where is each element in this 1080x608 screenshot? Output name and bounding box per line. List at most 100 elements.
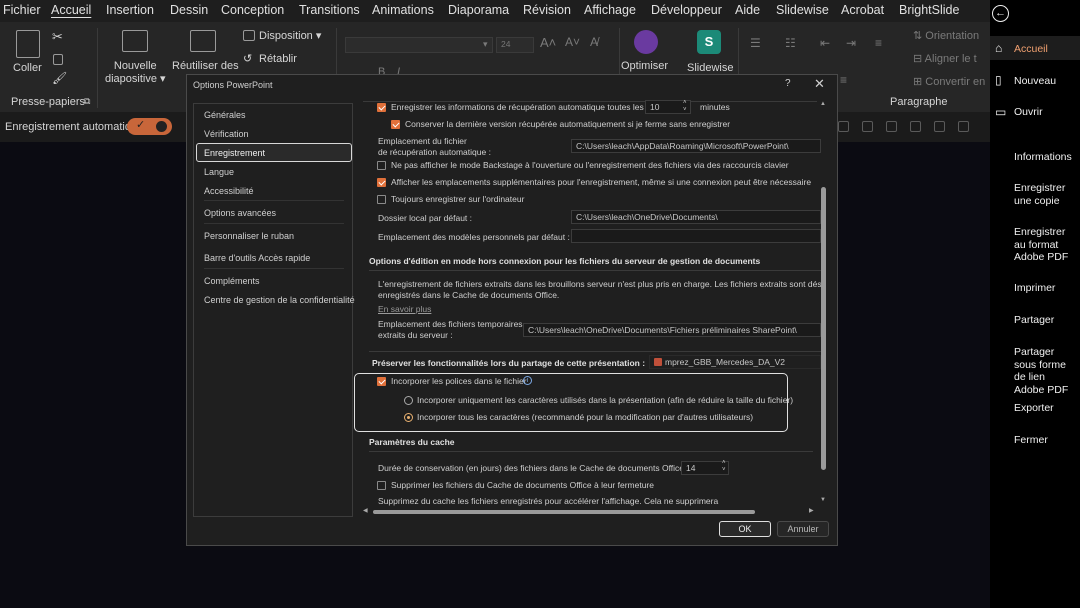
learn-more-link[interactable]: En savoir plus bbox=[378, 304, 431, 315]
keep-last-version-checkbox[interactable] bbox=[391, 120, 400, 129]
justify-icon[interactable]: ≡ bbox=[840, 74, 847, 87]
embed-used-chars-radio[interactable] bbox=[404, 396, 413, 405]
tab-file[interactable]: Fichier bbox=[3, 3, 41, 17]
bullets-icon[interactable]: ☰ bbox=[750, 37, 761, 50]
nav-trust-center[interactable]: Centre de gestion de la confidentialité bbox=[204, 295, 355, 305]
tab-draw[interactable]: Dessin bbox=[170, 3, 208, 17]
autorecover-path-input[interactable]: C:\Users\leach\AppData\Roaming\Microsoft… bbox=[571, 139, 821, 153]
no-backstage-checkbox[interactable] bbox=[377, 161, 386, 170]
decrease-indent-icon[interactable]: ⇤ bbox=[820, 37, 830, 50]
nav-advanced[interactable]: Options avancées bbox=[204, 208, 276, 218]
line-spacing-icon[interactable]: ≡ bbox=[875, 37, 882, 50]
nav-customize-ribbon[interactable]: Personnaliser le ruban bbox=[204, 231, 294, 241]
reuse-slides-icon[interactable] bbox=[190, 30, 216, 52]
reset-button[interactable]: Rétablir bbox=[259, 53, 297, 66]
optimizer-button[interactable]: Optimiser bbox=[621, 60, 668, 73]
presentation-select[interactable]: mprez_GBB_Mercedes_DA_V2 bbox=[649, 355, 821, 369]
grow-font-icon[interactable]: A˄ bbox=[540, 36, 556, 49]
backstage-info[interactable]: Informations bbox=[1014, 151, 1076, 164]
copy-icon[interactable] bbox=[53, 54, 63, 65]
backstage-home[interactable]: Accueil bbox=[1014, 43, 1076, 56]
close-button[interactable]: ✕ bbox=[814, 76, 825, 92]
backstage-export[interactable]: Exporter bbox=[1014, 402, 1076, 415]
tab-help[interactable]: Aide bbox=[735, 3, 760, 17]
optimizer-icon[interactable] bbox=[634, 30, 658, 54]
reset-icon[interactable]: ↺ bbox=[243, 53, 252, 66]
tab-insert[interactable]: Insertion bbox=[106, 3, 154, 17]
save-to-computer-checkbox[interactable] bbox=[377, 195, 386, 204]
shape-outline-icon[interactable] bbox=[910, 121, 921, 132]
font-name-box[interactable] bbox=[345, 37, 493, 53]
back-arrow-icon[interactable]: ← bbox=[992, 5, 1009, 22]
increase-indent-icon[interactable]: ⇥ bbox=[846, 37, 856, 50]
scroll-left-icon[interactable]: ◀ bbox=[363, 507, 368, 514]
scroll-down-icon[interactable]: ▼ bbox=[820, 497, 826, 503]
convert-smartart-button[interactable]: ⊞ Convertir en bbox=[913, 76, 985, 89]
new-slide-icon[interactable] bbox=[122, 30, 148, 52]
text-direction-button[interactable]: ⇅ Orientation bbox=[913, 30, 979, 43]
backstage-print[interactable]: Imprimer bbox=[1014, 282, 1076, 295]
tab-review[interactable]: Révision bbox=[523, 3, 571, 17]
nav-quick-access[interactable]: Barre d'outils Accès rapide bbox=[204, 253, 310, 263]
horizontal-scrollbar[interactable]: ◀ ▶ bbox=[363, 507, 817, 517]
slidewise-icon[interactable]: S bbox=[697, 30, 721, 54]
scroll-up-icon[interactable]: ▲ bbox=[820, 101, 826, 107]
tab-transitions[interactable]: Transitions bbox=[299, 3, 360, 17]
layout-button[interactable]: Disposition ▾ bbox=[259, 30, 321, 43]
shape-effects-icon[interactable] bbox=[934, 121, 945, 132]
scroll-right-icon[interactable]: ▶ bbox=[809, 507, 814, 514]
info-icon[interactable]: i bbox=[523, 376, 532, 385]
nav-language[interactable]: Langue bbox=[204, 167, 234, 177]
paste-button[interactable]: Coller bbox=[13, 62, 42, 75]
backstage-save-pdf[interactable]: Enregistrer au format Adobe PDF bbox=[1014, 226, 1076, 264]
tab-slidewise[interactable]: Slidewise bbox=[776, 3, 829, 17]
font-size-box[interactable]: 24 bbox=[496, 37, 534, 53]
new-slide-button[interactable]: Nouvelle diapositive ▾ bbox=[105, 60, 166, 86]
quick-styles-icon[interactable] bbox=[862, 121, 873, 132]
arrange-icon[interactable] bbox=[838, 121, 849, 132]
horizontal-scroll-thumb[interactable] bbox=[373, 510, 755, 514]
tab-view[interactable]: Affichage bbox=[584, 3, 636, 17]
nav-accessibility[interactable]: Accessibilité bbox=[204, 186, 254, 196]
chevron-down-icon[interactable]: ▾ bbox=[483, 38, 488, 51]
select-icon[interactable] bbox=[958, 121, 969, 132]
vertical-scroll-thumb[interactable] bbox=[821, 187, 826, 470]
backstage-share[interactable]: Partager bbox=[1014, 314, 1076, 327]
spinner-down-icon[interactable]: ˅ bbox=[683, 105, 687, 116]
shrink-font-icon[interactable]: A˅ bbox=[565, 36, 580, 49]
ok-button[interactable]: OK bbox=[719, 521, 771, 537]
tab-slideshow[interactable]: Diaporama bbox=[448, 3, 509, 17]
clear-format-icon[interactable]: A̸ bbox=[590, 36, 598, 49]
backstage-open[interactable]: Ouvrir bbox=[1014, 106, 1076, 119]
align-text-button[interactable]: ⊟ Aligner le t bbox=[913, 53, 977, 66]
tab-acrobat[interactable]: Acrobat bbox=[841, 3, 884, 17]
delete-cache-checkbox[interactable] bbox=[377, 481, 386, 490]
tab-brightslide[interactable]: BrightSlide bbox=[899, 3, 959, 17]
backstage-save-copy[interactable]: Enregistrer une copie bbox=[1014, 182, 1076, 207]
cancel-button[interactable]: Annuler bbox=[777, 521, 829, 537]
autorecover-checkbox[interactable] bbox=[377, 103, 386, 112]
nav-proofing[interactable]: Vérification bbox=[204, 129, 249, 139]
show-extra-locations-checkbox[interactable] bbox=[377, 178, 386, 187]
vertical-scrollbar[interactable]: ▲ ▼ bbox=[817, 99, 829, 507]
tab-animations[interactable]: Animations bbox=[372, 3, 434, 17]
tab-design[interactable]: Conception bbox=[221, 3, 284, 17]
backstage-new[interactable]: Nouveau bbox=[1014, 75, 1076, 88]
nav-addins[interactable]: Compléments bbox=[204, 276, 260, 286]
cut-icon[interactable]: ✂ bbox=[52, 30, 63, 43]
paste-icon[interactable] bbox=[16, 30, 40, 58]
server-drafts-path-input[interactable]: C:\Users\leach\OneDrive\Documents\Fichie… bbox=[523, 323, 821, 337]
embed-all-chars-radio[interactable] bbox=[404, 413, 413, 422]
format-painter-icon[interactable]: 🖌 bbox=[52, 72, 67, 85]
backstage-close[interactable]: Fermer bbox=[1014, 434, 1076, 447]
tab-home[interactable]: Accueil bbox=[51, 3, 91, 17]
spinner-down-icon[interactable]: ˅ bbox=[722, 465, 726, 476]
layout-icon[interactable] bbox=[243, 30, 255, 41]
nav-save[interactable]: Enregistrement bbox=[204, 148, 265, 158]
numbering-icon[interactable]: ☷ bbox=[785, 37, 796, 50]
backstage-share-link[interactable]: Partager sous forme de lien Adobe PDF bbox=[1014, 346, 1076, 396]
shape-fill-icon[interactable] bbox=[886, 121, 897, 132]
autosave-toggle[interactable]: ✓ bbox=[127, 118, 172, 135]
embed-fonts-checkbox[interactable] bbox=[377, 377, 386, 386]
dialog-launcher-icon[interactable]: ⧉ bbox=[84, 95, 90, 108]
